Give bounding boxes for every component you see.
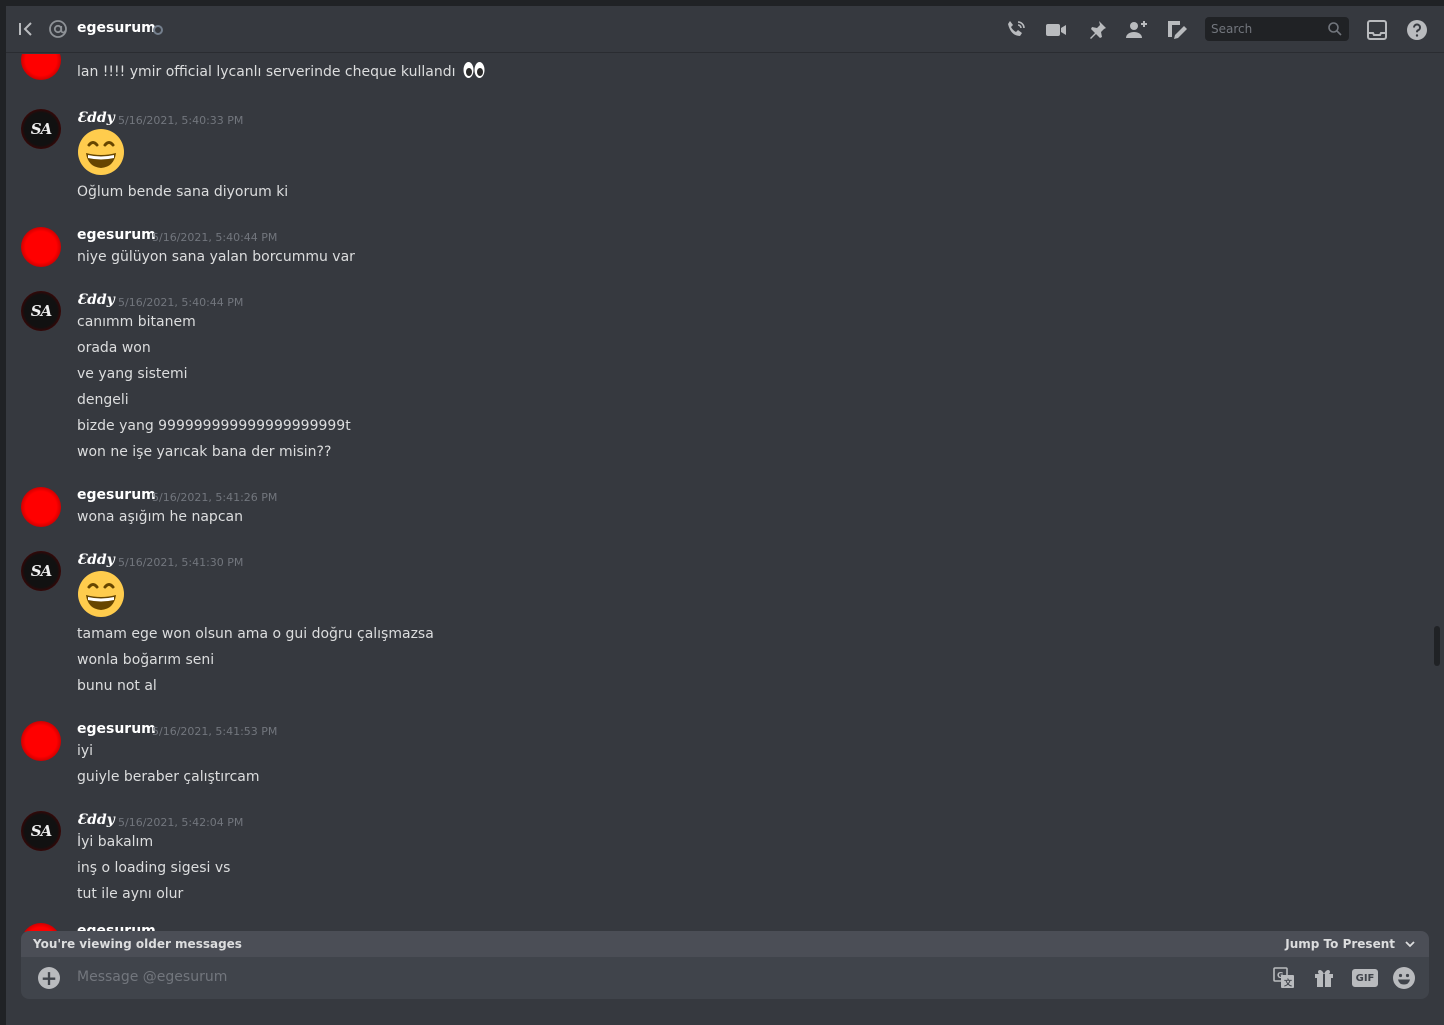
message-author[interactable]: egesurum bbox=[77, 721, 156, 737]
svg-text:G: G bbox=[1277, 971, 1284, 980]
chevron-down-icon[interactable] bbox=[1403, 937, 1417, 951]
dm-header: egesurum Search bbox=[6, 6, 1444, 53]
message-timestamp: 5/16/2021, 5:40:44 PM bbox=[118, 296, 244, 309]
avatar[interactable] bbox=[21, 227, 61, 267]
translate-icon[interactable]: G文 bbox=[1272, 966, 1296, 990]
message-line: tut ile aynı olur bbox=[77, 886, 184, 902]
pin-icon[interactable] bbox=[1085, 18, 1109, 42]
message-line: wonla boğarım seni bbox=[77, 652, 215, 668]
message-author[interactable]: Ɛddy bbox=[77, 292, 115, 308]
video-icon[interactable] bbox=[1044, 18, 1068, 42]
help-icon[interactable] bbox=[1405, 18, 1429, 42]
avatar[interactable] bbox=[21, 54, 61, 80]
message-line: wona aşığım he napcan bbox=[77, 509, 243, 525]
emoji-icon[interactable] bbox=[1392, 966, 1416, 990]
message-line: İyi bakalım bbox=[77, 834, 154, 850]
message-line: orada won bbox=[77, 340, 151, 356]
message-timestamp: 5/16/2021, 5:42:04 PM bbox=[118, 816, 244, 829]
older-messages-bar: You're viewing older messages Jump To Pr… bbox=[21, 931, 1429, 957]
message-author[interactable]: Ɛddy bbox=[77, 812, 115, 828]
back-icon[interactable] bbox=[16, 19, 36, 39]
status-indicator bbox=[153, 25, 163, 35]
channel-name: egesurum bbox=[77, 20, 156, 36]
edit-members-icon[interactable] bbox=[1165, 18, 1189, 42]
eyes-emoji bbox=[463, 62, 485, 78]
message-line: Oğlum bende sana diyorum ki bbox=[77, 184, 289, 200]
message-author[interactable]: egesurum bbox=[77, 227, 156, 243]
message-input[interactable] bbox=[77, 969, 1177, 985]
search-box[interactable]: Search bbox=[1205, 17, 1349, 41]
message-line: ve yang sistemi bbox=[77, 366, 188, 382]
message-list[interactable]: lan !!!! ymir official lycanlı serverind… bbox=[6, 54, 1432, 932]
message-timestamp: 5/16/2021, 5:40:44 PM bbox=[152, 231, 278, 244]
grinning-emoji bbox=[78, 129, 124, 175]
message-text: lan !!!! ymir official lycanlı serverind… bbox=[77, 64, 456, 80]
message-timestamp: 5/16/2021, 5:41:30 PM bbox=[118, 556, 244, 569]
message-line: bizde yang 999999999999999999999t bbox=[77, 418, 351, 434]
message-author[interactable]: egesurum bbox=[77, 487, 156, 503]
search-icon bbox=[1328, 22, 1342, 36]
message-author[interactable]: Ɛddy bbox=[77, 552, 115, 568]
message-author[interactable]: Ɛddy bbox=[77, 110, 115, 126]
avatar[interactable]: SA bbox=[21, 109, 61, 149]
message-line: canımm bitanem bbox=[77, 314, 196, 330]
message-timestamp: 5/16/2021, 5:41:26 PM bbox=[152, 491, 278, 504]
message-line: bunu not al bbox=[77, 678, 157, 694]
message-line: guiyle beraber çalıştırcam bbox=[77, 769, 260, 785]
gif-button[interactable]: GIF bbox=[1352, 969, 1378, 987]
message-line: inş o loading sigesi vs bbox=[77, 860, 231, 876]
message-timestamp: 5/16/2021, 5:41:53 PM bbox=[152, 725, 278, 738]
svg-text:文: 文 bbox=[1284, 978, 1293, 988]
call-icon[interactable] bbox=[1004, 18, 1028, 42]
plus-icon[interactable]: + bbox=[38, 967, 60, 989]
avatar[interactable]: SA bbox=[21, 551, 61, 591]
scrollbar-thumb[interactable] bbox=[1434, 626, 1440, 666]
gift-icon[interactable] bbox=[1312, 966, 1336, 990]
avatar[interactable]: SA bbox=[21, 291, 61, 331]
dm-window: egesurum Search lan !!!! ymir official l… bbox=[6, 6, 1444, 1025]
add-friend-icon[interactable] bbox=[1125, 18, 1149, 42]
message-line: won ne işe yarıcak bana der misin?? bbox=[77, 444, 332, 460]
message-line: tamam ege won olsun ama o gui doğru çalı… bbox=[77, 626, 434, 642]
at-icon bbox=[49, 20, 67, 38]
message-timestamp: 5/16/2021, 5:40:33 PM bbox=[118, 114, 244, 127]
inbox-icon[interactable] bbox=[1365, 18, 1389, 42]
message-line: iyi bbox=[77, 743, 94, 759]
jump-to-present-button[interactable]: Jump To Present bbox=[1285, 937, 1395, 951]
avatar[interactable] bbox=[21, 721, 61, 761]
message-line: dengeli bbox=[77, 392, 129, 408]
search-placeholder: Search bbox=[1211, 22, 1253, 36]
avatar[interactable]: SA bbox=[21, 811, 61, 851]
avatar[interactable] bbox=[21, 487, 61, 527]
grinning-emoji bbox=[78, 571, 124, 617]
message-line: lan !!!! ymir official lycanlı serverind… bbox=[77, 61, 485, 80]
message-line: niye gülüyon sana yalan borcummu var bbox=[77, 249, 355, 265]
older-messages-text: You're viewing older messages bbox=[33, 937, 242, 951]
message-composer: + G文 GIF bbox=[21, 957, 1429, 999]
